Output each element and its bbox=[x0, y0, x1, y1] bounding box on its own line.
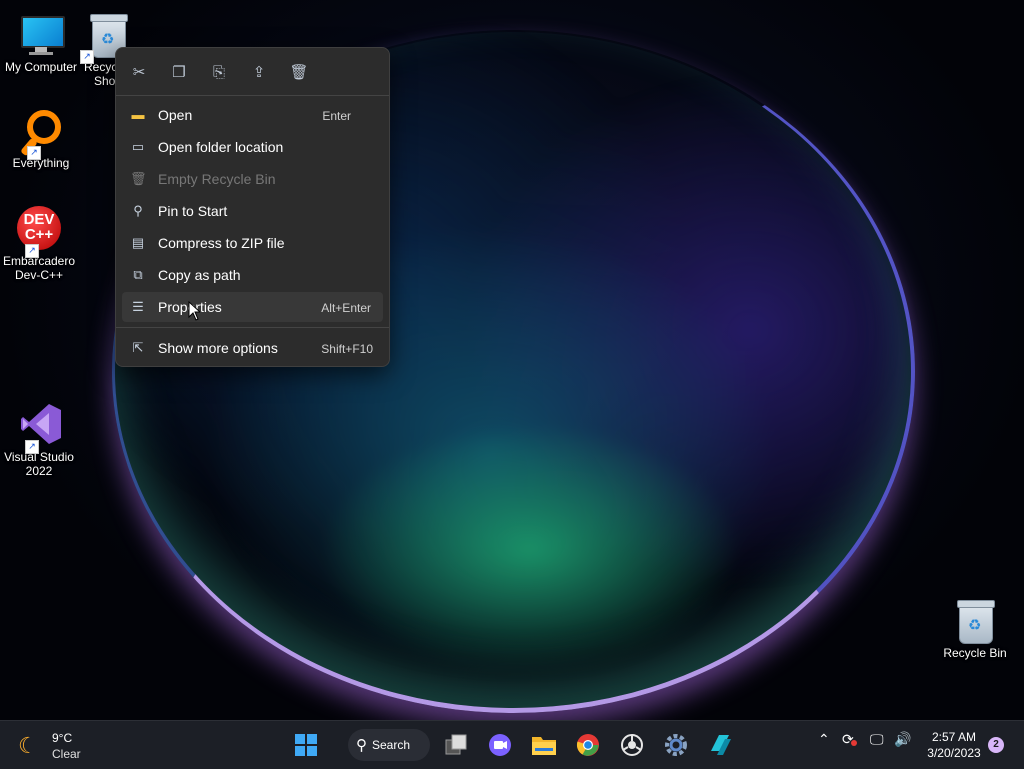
desktop-icon-everything[interactable]: ↗ Everything bbox=[0, 106, 82, 170]
chevron-up-icon[interactable]: ⌃ bbox=[818, 731, 830, 748]
devcpp-icon: DEV C++ ↗ bbox=[15, 204, 63, 258]
weather-widget[interactable]: ☾ 9°C Clear bbox=[18, 727, 108, 763]
desktop-icon-devcpp[interactable]: DEV C++ ↗ Embarcadero Dev-C++ bbox=[0, 204, 80, 282]
desktop-icon-label: Embarcadero bbox=[2, 254, 76, 268]
desktop-icon-my-computer[interactable]: My Computer bbox=[0, 10, 82, 74]
desktop-icon-label: My Computer bbox=[4, 60, 78, 74]
volume-icon[interactable]: 🔊 bbox=[894, 731, 911, 748]
menu-item-label: Copy as path bbox=[158, 267, 241, 283]
menu-item-empty-recycle-bin[interactable]: 🗑 Empty Recycle Bin bbox=[122, 164, 383, 194]
context-menu: ✂ ❐ ⎘ ⇪ 🗑 ▬ Open Enter ▭ Open folder loc… bbox=[115, 47, 390, 367]
clock-time: 2:57 AM bbox=[931, 730, 977, 744]
folder-yellow-icon: ▬ bbox=[131, 107, 145, 122]
trash-icon: 🗑 bbox=[130, 171, 147, 186]
chat-button[interactable] bbox=[484, 729, 516, 761]
desktop-icon-visual-studio[interactable]: ↗ Visual Studio 2022 bbox=[0, 400, 80, 478]
share-icon[interactable]: ⇪ bbox=[244, 58, 274, 86]
taskbar: ☾ 9°C Clear ⚲ Search ⌃ ⟳ 🖵 🔊 2:57 AM 3/2… bbox=[0, 720, 1024, 769]
desktop-icon-recycle-bin[interactable]: ♻ Recycle Bin bbox=[934, 596, 1016, 660]
settings-button[interactable] bbox=[660, 729, 692, 761]
menu-item-shortcut: Alt+Enter bbox=[321, 301, 371, 315]
desktop-icon-label: Visual Studio bbox=[4, 450, 74, 464]
weather-condition: Clear bbox=[52, 747, 81, 761]
task-view-button[interactable] bbox=[440, 729, 472, 761]
menu-item-compress-zip[interactable]: ▤ Compress to ZIP file bbox=[122, 228, 383, 258]
properties-icon: ☰ bbox=[132, 299, 144, 314]
menu-item-shortcut: Shift+F10 bbox=[321, 342, 373, 356]
visual-studio-icon: ↗ bbox=[15, 400, 63, 454]
sync-icon[interactable]: ⟳ bbox=[842, 731, 857, 748]
teams-chat-icon bbox=[489, 734, 511, 756]
pin-icon: ⚲ bbox=[133, 203, 143, 218]
shortcut-arrow-icon: ↗ bbox=[25, 244, 39, 258]
context-menu-toolbar: ✂ ❐ ⎘ ⇪ 🗑 bbox=[116, 58, 389, 86]
trash-icon[interactable]: 🗑 bbox=[284, 58, 314, 86]
mouse-cursor-icon bbox=[188, 301, 200, 321]
steam-button[interactable] bbox=[616, 729, 648, 761]
menu-item-show-more-options[interactable]: ⇱ Show more options Shift+F10 bbox=[122, 333, 383, 363]
settings-icon bbox=[665, 734, 687, 756]
copy-icon[interactable]: ❐ bbox=[164, 58, 194, 86]
menu-item-open[interactable]: ▬ Open Enter bbox=[122, 100, 383, 130]
menu-item-copy-as-path[interactable]: ⧉ Copy as path bbox=[122, 260, 383, 290]
menu-item-properties[interactable]: ☰ Properties Alt+Enter bbox=[122, 292, 383, 322]
remote-icon bbox=[711, 735, 731, 755]
desktop-icon-label: Recycle Bin bbox=[943, 646, 1007, 660]
task-view-icon bbox=[445, 734, 467, 755]
remote-app-button[interactable] bbox=[704, 729, 736, 761]
file-explorer-icon bbox=[532, 737, 556, 755]
menu-item-label: Show more options bbox=[158, 340, 278, 356]
search-label: Search bbox=[372, 738, 411, 752]
computer-icon bbox=[17, 10, 65, 58]
taskbar-search[interactable]: ⚲ Search bbox=[348, 729, 430, 761]
folder-outline-icon: ▭ bbox=[131, 139, 145, 154]
chrome-button[interactable] bbox=[572, 729, 604, 761]
more-options-icon: ⇱ bbox=[132, 340, 144, 355]
search-icon: ⚲ bbox=[356, 737, 367, 754]
clock-date: 3/20/2023 bbox=[927, 746, 981, 760]
shortcut-arrow-icon: ↗ bbox=[27, 146, 41, 160]
start-button[interactable] bbox=[290, 729, 322, 761]
weather-temp: 9°C bbox=[52, 731, 73, 745]
zip-icon: ▤ bbox=[131, 235, 145, 250]
everything-icon: ↗ bbox=[17, 106, 65, 160]
menu-item-open-folder-location[interactable]: ▭ Open folder location bbox=[122, 132, 383, 162]
recycle-bin-icon: ♻ bbox=[951, 596, 999, 644]
shortcut-arrow-icon: ↗ bbox=[25, 440, 39, 454]
menu-item-label: Pin to Start bbox=[158, 203, 228, 219]
menu-divider bbox=[116, 327, 389, 328]
menu-item-label: Empty Recycle Bin bbox=[158, 171, 276, 187]
menu-item-label: Open bbox=[158, 107, 193, 123]
menu-item-label: Open folder location bbox=[158, 139, 284, 155]
moon-icon: ☾ bbox=[18, 733, 38, 758]
system-clock[interactable]: 2:57 AM 3/20/2023 bbox=[920, 729, 988, 761]
scissors-icon[interactable]: ✂ bbox=[124, 58, 154, 86]
menu-item-pin-to-start[interactable]: ⚲ Pin to Start bbox=[122, 196, 383, 226]
menu-item-label: Compress to ZIP file bbox=[158, 235, 285, 251]
copy-path-icon: ⧉ bbox=[133, 267, 143, 282]
desktop-icon-label-line2: 2022 bbox=[25, 464, 53, 478]
rename-icon[interactable]: ⎘ bbox=[204, 58, 234, 86]
desktop-icon-label-line2: Dev-C++ bbox=[14, 268, 64, 282]
desktop-icon-label: Everything bbox=[12, 156, 70, 170]
menu-divider bbox=[116, 95, 389, 96]
steam-icon bbox=[621, 734, 643, 756]
menu-item-shortcut: Enter bbox=[322, 109, 351, 123]
network-icon[interactable]: 🖵 bbox=[870, 731, 884, 748]
chrome-icon bbox=[576, 734, 599, 756]
notification-badge[interactable]: 2 bbox=[988, 737, 1004, 753]
start-icon bbox=[295, 734, 317, 756]
file-explorer-button[interactable] bbox=[528, 729, 560, 761]
shortcut-arrow-icon: ↗ bbox=[80, 50, 94, 64]
